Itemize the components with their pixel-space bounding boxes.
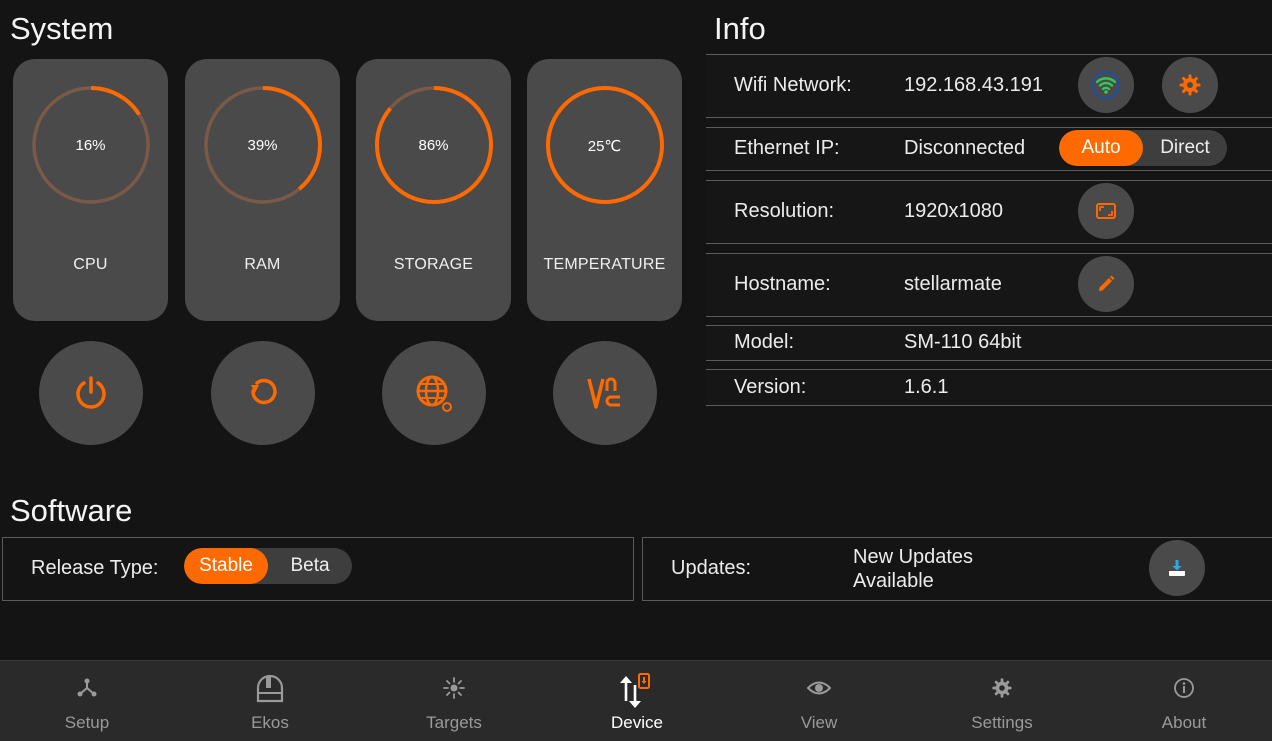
- resolution-label: Resolution:: [734, 200, 835, 222]
- hostname-row: Hostname: stellarmate: [706, 253, 1272, 317]
- wifi-label: Wifi Network:: [734, 74, 852, 96]
- vnc-button[interactable]: [553, 341, 657, 445]
- nav-view-label: View: [800, 713, 838, 732]
- nav-device[interactable]: Device: [577, 661, 697, 741]
- nav-setup-label: Setup: [64, 713, 110, 732]
- download-icon: [1169, 560, 1185, 576]
- nav-view[interactable]: View: [759, 661, 879, 741]
- temperature-value: 25℃: [587, 138, 622, 155]
- ethernet-mode-auto[interactable]: Auto: [1059, 130, 1143, 166]
- nav-about[interactable]: About: [1124, 661, 1244, 741]
- model-label: Model:: [734, 331, 795, 353]
- ram-gauge-card: 39% RAM: [185, 59, 340, 321]
- release-type-toggle: Stable Beta: [184, 548, 352, 584]
- nav-targets-label: Targets: [426, 713, 482, 732]
- model-row: Model: SM-110 64bit: [706, 325, 1272, 361]
- nav-ekos-label: Ekos: [251, 713, 289, 732]
- updates-label: Updates:: [671, 557, 752, 579]
- software-title: Software: [10, 493, 133, 528]
- star-target-icon: [443, 677, 465, 699]
- version-label: Version:: [734, 376, 807, 398]
- version-row: Version: 1.6.1: [706, 369, 1272, 406]
- nav-ekos[interactable]: Ekos: [210, 661, 330, 741]
- download-updates-button[interactable]: [1149, 540, 1205, 596]
- wifi-icon: [1092, 71, 1120, 99]
- system-title: System: [10, 11, 114, 46]
- nav-device-label: Device: [611, 713, 663, 732]
- nav-settings[interactable]: Settings: [942, 661, 1062, 741]
- resolution-button[interactable]: [1078, 183, 1134, 239]
- ethernet-value: Disconnected: [904, 137, 1026, 159]
- setup-icon: [77, 678, 97, 697]
- updates-box: Updates: New Updates Available: [642, 537, 1272, 601]
- bottom-nav: Setup Ekos Targets Device View Settings …: [0, 660, 1272, 741]
- ekos-dome-icon: [256, 674, 284, 703]
- release-type-box: Release Type: Stable Beta: [2, 537, 634, 601]
- temperature-gauge-card: 25℃ TEMPERATURE: [527, 59, 682, 321]
- wifi-value: 192.168.43.191: [904, 74, 1044, 96]
- info-title: Info: [714, 11, 766, 46]
- aspect-ratio-icon: [1096, 203, 1116, 219]
- release-type-stable[interactable]: Stable: [184, 548, 268, 584]
- model-value: SM-110 64bit: [904, 331, 1022, 353]
- updates-status-line2: Available: [853, 570, 934, 592]
- cpu-gauge-card: 16% CPU: [13, 59, 168, 321]
- restart-button[interactable]: [211, 341, 315, 445]
- wifi-settings-button[interactable]: [1162, 57, 1218, 113]
- storage-value: 86%: [418, 137, 449, 154]
- ethernet-mode-toggle: Auto Direct: [1059, 130, 1227, 166]
- release-type-label: Release Type:: [31, 557, 159, 579]
- restart-icon: [251, 378, 277, 405]
- eye-icon: [807, 681, 831, 695]
- cpu-label: CPU: [73, 256, 108, 273]
- gear-icon: [1179, 74, 1201, 96]
- ethernet-mode-direct[interactable]: Direct: [1143, 130, 1227, 166]
- ram-label: RAM: [244, 256, 281, 273]
- info-icon: [1174, 678, 1194, 698]
- ethernet-label: Ethernet IP:: [734, 137, 840, 159]
- nav-targets[interactable]: Targets: [394, 661, 514, 741]
- power-button[interactable]: [39, 341, 143, 445]
- pencil-icon: [1099, 275, 1115, 291]
- resolution-value: 1920x1080: [904, 200, 1003, 222]
- release-type-beta[interactable]: Beta: [268, 548, 352, 584]
- vnc-icon: [587, 377, 620, 409]
- nav-setup[interactable]: Setup: [27, 661, 147, 741]
- cpu-value: 16%: [75, 137, 106, 154]
- wifi-row: Wifi Network: 192.168.43.191: [706, 54, 1272, 118]
- version-value: 1.6.1: [904, 376, 949, 398]
- device-transfer-icon: [620, 673, 650, 708]
- wifi-status-button[interactable]: [1078, 57, 1134, 113]
- updates-status-line1: New Updates: [853, 546, 974, 568]
- power-icon: [76, 376, 106, 409]
- storage-label: STORAGE: [393, 256, 474, 273]
- temperature-label: TEMPERATURE: [543, 256, 666, 273]
- nav-about-label: About: [1161, 713, 1207, 732]
- hostname-label: Hostname:: [734, 273, 831, 295]
- updates-status: New Updates Available: [853, 545, 973, 593]
- ram-value: 39%: [247, 137, 278, 154]
- resolution-row: Resolution: 1920x1080: [706, 180, 1272, 244]
- ethernet-row: Ethernet IP: Disconnected Auto Direct: [706, 127, 1272, 171]
- globe-icon: [416, 375, 452, 412]
- edit-hostname-button[interactable]: [1078, 256, 1134, 312]
- storage-gauge-card: 86% STORAGE: [356, 59, 511, 321]
- network-globe-button[interactable]: [382, 341, 486, 445]
- hostname-value: stellarmate: [904, 273, 1002, 295]
- gear-icon: [992, 678, 1012, 698]
- nav-settings-label: Settings: [971, 713, 1033, 732]
